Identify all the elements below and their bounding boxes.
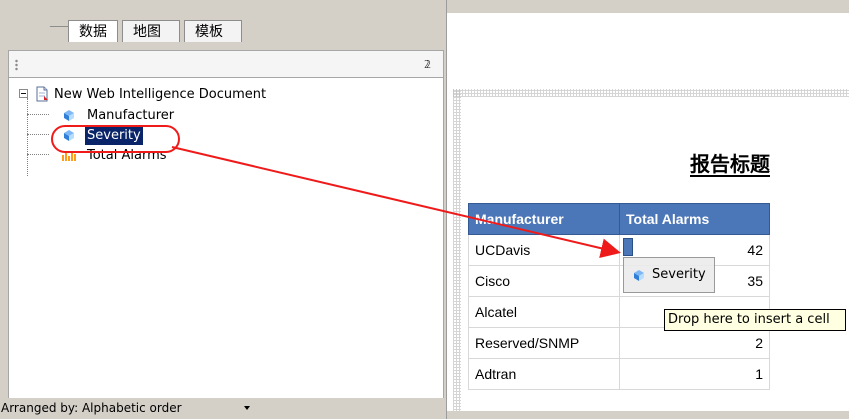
report-page-margin-left	[453, 89, 461, 419]
dimension-icon	[64, 110, 74, 121]
document-icon	[36, 86, 48, 102]
pane-header: 𝟚	[8, 50, 444, 78]
arranged-by-label: Arranged by: Alphabetic order	[1, 401, 182, 415]
tree-connector-vertical	[27, 98, 28, 176]
grip-icon[interactable]	[15, 59, 18, 71]
drop-target-marker[interactable]	[623, 238, 633, 256]
tab-map[interactable]: 地图	[122, 20, 180, 42]
table-cell-total-alarms[interactable]: 1	[619, 358, 770, 390]
dropdown-caret-icon[interactable]	[244, 406, 250, 410]
tab-strip: 数据 地图 模板	[8, 12, 444, 50]
column-header-total-alarms[interactable]: Total Alarms	[619, 203, 770, 235]
tab-template[interactable]: 模板	[184, 20, 242, 42]
report-canvas-top-strip	[447, 0, 849, 13]
arranged-by-bar[interactable]: Arranged by: Alphabetic order	[0, 398, 446, 419]
table-row: Cisco 35	[468, 265, 770, 297]
report-title[interactable]: 报告标题	[690, 148, 770, 177]
report-table[interactable]: Manufacturer Total Alarms UCDavis 42 Cis…	[468, 203, 770, 390]
collapse-icon[interactable]	[19, 89, 28, 98]
tree-connector-horizontal	[27, 154, 49, 155]
drop-tooltip: Drop here to insert a cell	[664, 309, 846, 331]
web-intelligence-editor: 数据 地图 模板 𝟚 New Web Intelligence Document…	[0, 0, 849, 419]
tree-root-label: New Web Intelligence Document	[54, 87, 267, 102]
tree-item-label: Manufacturer	[87, 108, 175, 123]
dimension-icon	[634, 270, 644, 281]
report-canvas-bottom-strip	[447, 411, 849, 419]
tree-connector-horizontal	[27, 134, 49, 135]
drag-preview[interactable]: Severity	[623, 257, 715, 293]
table-cell-manufacturer[interactable]: UCDavis	[468, 234, 620, 266]
tree-connector-horizontal	[27, 114, 49, 115]
table-row: Reserved/SNMP 2	[468, 327, 770, 359]
table-cell-manufacturer[interactable]: Alcatel	[468, 296, 620, 328]
report-page-margin-top	[453, 89, 849, 97]
table-row: UCDavis 42	[468, 234, 770, 266]
object-tree[interactable]: New Web Intelligence Document Manufactur…	[8, 78, 444, 405]
pin-icon[interactable]: 𝟚	[424, 57, 431, 73]
report-canvas[interactable]: 报告标题 Manufacturer Total Alarms UCDavis 4…	[446, 0, 849, 419]
table-row: Adtran 1	[468, 358, 770, 390]
tree-item-label: Severity	[85, 127, 143, 145]
table-cell-manufacturer[interactable]: Cisco	[468, 265, 620, 297]
column-header-manufacturer[interactable]: Manufacturer	[468, 203, 620, 235]
drag-preview-label: Severity	[652, 267, 706, 282]
data-panel: 数据 地图 模板 𝟚 New Web Intelligence Document…	[0, 0, 446, 419]
dimension-icon	[64, 130, 74, 141]
tab-data[interactable]: 数据	[68, 20, 118, 42]
table-header-row: Manufacturer Total Alarms	[468, 203, 770, 235]
table-cell-manufacturer[interactable]: Adtran	[468, 358, 620, 390]
table-cell-total-alarms[interactable]: 2	[619, 327, 770, 359]
tree-item-label: Total Alarms	[87, 148, 167, 163]
measure-icon	[62, 152, 76, 161]
table-cell-manufacturer[interactable]: Reserved/SNMP	[468, 327, 620, 359]
